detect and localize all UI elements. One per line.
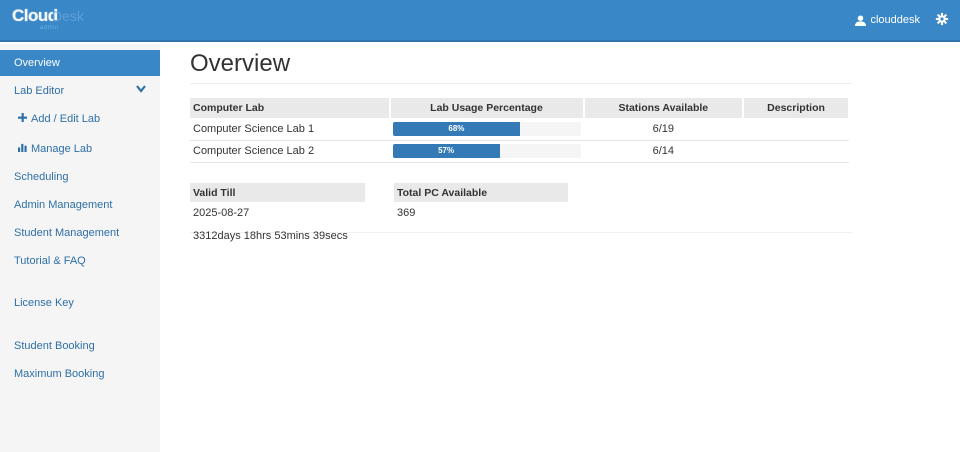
- usage-progress-bar: 57%: [392, 144, 581, 158]
- labs-table: Computer Lab Lab Usage Percentage Statio…: [190, 98, 850, 163]
- column-header-usage: Lab Usage Percentage: [389, 98, 585, 118]
- sidebar-item-label: Student Booking: [14, 340, 95, 352]
- bar-chart-icon: [18, 136, 28, 162]
- sidebar-item-label: Tutorial & FAQ: [14, 255, 86, 267]
- usage-progress-fill: 57%: [392, 144, 500, 158]
- chevron-down-icon: [136, 78, 146, 104]
- sidebar-item-license-key[interactable]: License Key: [0, 290, 160, 316]
- lab-description: [743, 118, 849, 141]
- username-label: clouddesk: [870, 14, 920, 26]
- top-navbar: Cloud Desk admin clouddesk: [0, 0, 960, 42]
- gear-icon[interactable]: [935, 12, 949, 26]
- lab-description: [743, 140, 849, 163]
- sidebar-item-label: Scheduling: [14, 171, 69, 183]
- sidebar-item-maximum-booking[interactable]: Maximum Booking: [0, 361, 160, 387]
- user-menu[interactable]: clouddesk: [855, 14, 920, 26]
- title-divider: [190, 83, 852, 84]
- sidebar-item-scheduling[interactable]: Scheduling: [0, 164, 160, 190]
- sidebar-item-tutorial-faq[interactable]: Tutorial & FAQ: [0, 248, 160, 274]
- stations-available: 6/19: [583, 118, 744, 141]
- lab-name: Computer Science Lab 2: [190, 140, 390, 163]
- sidebar-item-add-edit-lab[interactable]: Add / Edit Lab: [0, 106, 160, 132]
- sidebar-item-lab-editor[interactable]: Lab Editor: [0, 78, 160, 104]
- sidebar-item-label: Student Management: [14, 227, 120, 239]
- sidebar-item-manage-lab[interactable]: Manage Lab: [0, 136, 160, 162]
- sidebar: Overview Lab Editor Add / Edit Lab Manag…: [0, 44, 160, 452]
- sidebar-item-label: Add / Edit Lab: [31, 113, 101, 125]
- stations-available: 6/14: [583, 140, 744, 163]
- column-header-valid-till: Valid Till: [190, 183, 365, 202]
- table-row: Computer Science Lab 1 68% 6/19: [190, 118, 849, 141]
- column-header-description: Description: [743, 98, 850, 118]
- logo-word-cloud: Cloud: [12, 6, 58, 25]
- labs-table-header: Computer Lab Lab Usage Percentage Statio…: [190, 98, 850, 118]
- usage-progress-bar: 68%: [392, 121, 581, 136]
- sidebar-item-student-management[interactable]: Student Management: [0, 220, 160, 246]
- usage-cell: 57%: [389, 140, 584, 163]
- sidebar-item-student-booking[interactable]: Student Booking: [0, 333, 160, 359]
- plus-icon: [18, 106, 28, 132]
- usage-progress-fill: 68%: [392, 121, 521, 136]
- column-header-computer-lab: Computer Lab: [190, 98, 391, 118]
- page-title: Overview: [190, 50, 291, 77]
- clouddesk-logo[interactable]: Cloud Desk admin: [12, 6, 84, 36]
- sidebar-item-admin-management[interactable]: Admin Management: [0, 192, 160, 218]
- user-icon: [855, 14, 867, 26]
- sidebar-item-label: Overview: [14, 57, 60, 69]
- lab-name: Computer Science Lab 1: [190, 118, 390, 141]
- table-row: Computer Science Lab 2 57% 6/14: [190, 140, 849, 163]
- column-header-total-pc: Total PC Available: [394, 183, 568, 202]
- sidebar-item-overview[interactable]: Overview: [0, 50, 160, 76]
- total-pc-value: 369: [397, 207, 416, 219]
- sidebar-item-label: Manage Lab: [31, 143, 93, 155]
- logo-word-desk: Desk: [52, 8, 84, 24]
- valid-till-date: 2025-08-27: [193, 207, 250, 219]
- sidebar-item-label: Maximum Booking: [14, 368, 105, 380]
- column-header-stations: Stations Available: [583, 98, 745, 118]
- sidebar-item-label: License Key: [14, 297, 74, 309]
- license-countdown: 3312days 18hrs 53mins 39secs: [193, 230, 348, 242]
- sidebar-item-label: Lab Editor: [14, 85, 65, 97]
- valid-till-table: Valid Till 2025-08-27: [190, 183, 365, 224]
- sidebar-item-label: Admin Management: [14, 199, 113, 211]
- total-pc-table: Total PC Available 369: [394, 183, 568, 224]
- logo-subtitle: admin: [40, 25, 59, 31]
- usage-cell: 68%: [389, 118, 584, 141]
